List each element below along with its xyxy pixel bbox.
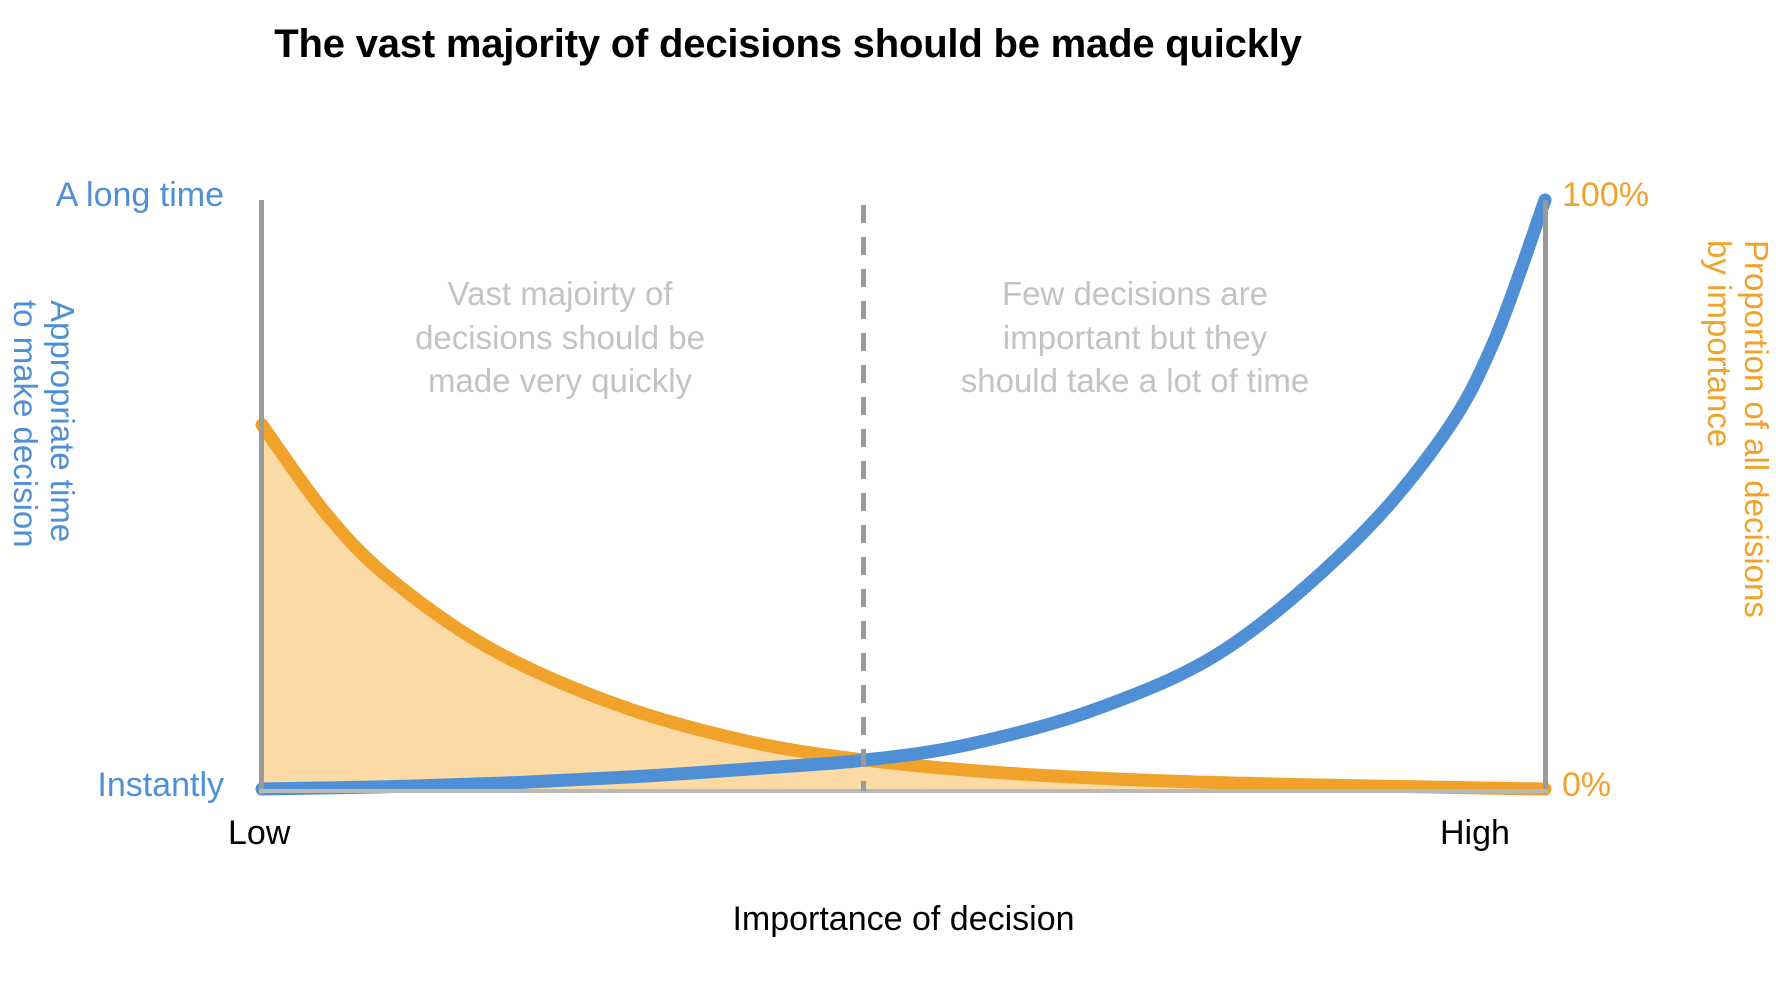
y-axis-left-line — [259, 200, 264, 794]
y-axis-left-tick-bottom: Instantly — [97, 766, 224, 804]
y-axis-right-title: Proportion of all decisions by importanc… — [1700, 240, 1775, 618]
y-axis-left-title: Appropriate time to make decision — [6, 300, 81, 548]
x-axis-title: Importance of decision — [732, 900, 1075, 938]
y-axis-right-line — [1543, 200, 1548, 794]
plot-area — [255, 193, 1552, 796]
y-axis-right-tick-bottom: 0% — [1562, 766, 1612, 804]
x-axis-tick-high: High — [1440, 814, 1510, 852]
chart-title: The vast majority of decisions should be… — [274, 22, 1302, 66]
x-axis-line — [259, 789, 1548, 793]
y-axis-left-tick-top: A long time — [55, 176, 224, 214]
x-axis-tick-low: Low — [228, 814, 291, 852]
curves-svg — [255, 193, 1552, 796]
y-axis-right-tick-top: 100% — [1562, 176, 1649, 214]
chart-canvas: The vast majority of decisions should be… — [0, 0, 1776, 986]
orange-area-fill — [262, 424, 1545, 792]
zone-divider-dashed-line — [861, 205, 866, 791]
